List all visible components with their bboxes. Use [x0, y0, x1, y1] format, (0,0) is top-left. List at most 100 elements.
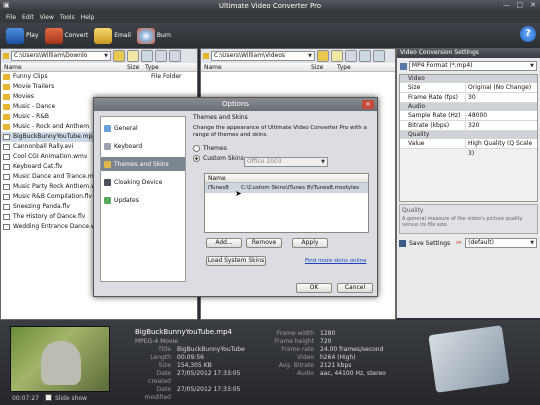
cancel-button[interactable]: Cancel — [337, 283, 373, 293]
info-right: Frame width 1280 Frame height 720 Frame rate… — [270, 330, 400, 378]
maximize-icon[interactable]: □ — [516, 1, 523, 10]
col-name[interactable]: Name — [201, 63, 311, 71]
setting-row[interactable]: Frame Rate (fps) 30 — [400, 93, 537, 103]
apply-skin-button[interactable]: Apply — [292, 238, 328, 248]
email-button[interactable]: Email — [94, 27, 131, 44]
folder-up-icon[interactable] — [113, 50, 125, 62]
col-size[interactable]: Size — [311, 63, 337, 71]
chevron-down-icon: ▼ — [530, 240, 535, 246]
themes-combo[interactable]: Office 2003 ▼ — [244, 157, 328, 167]
info-key: Audio — [296, 370, 314, 377]
info-value: 27/05/2012 17:33:05 — [177, 386, 241, 393]
left-path-combo[interactable]: C:\Users\William\Downlo ▼ — [11, 51, 111, 61]
nav-general[interactable]: General — [101, 121, 185, 135]
delete-preset-icon[interactable]: ✂ — [456, 239, 462, 247]
nav-cloaking-device[interactable]: Cloaking Device — [101, 175, 185, 189]
info-left: Title BigBuckBunnyYouTube Length 00:09:56 Si… — [135, 346, 265, 402]
skins-list-header[interactable]: Name — [205, 174, 368, 183]
folder-icon — [3, 84, 10, 90]
email-icon — [94, 27, 113, 44]
add-skin-button[interactable]: Add... — [206, 238, 242, 248]
play-icon — [6, 27, 24, 44]
chevron-down-icon: ▼ — [104, 53, 108, 59]
file-name: Funny Clips — [13, 73, 48, 80]
setting-row[interactable]: Size Original (No Change) — [400, 83, 537, 93]
preset-combo[interactable]: (default) ▼ — [465, 238, 538, 248]
info-key: Frame rate — [281, 346, 314, 353]
folder-icon — [3, 53, 9, 59]
new-folder-icon[interactable] — [331, 50, 343, 62]
custom-skins-radio[interactable] — [193, 155, 200, 162]
view-details-icon[interactable] — [345, 50, 357, 62]
close-icon[interactable]: ✕ — [362, 100, 374, 109]
keyboard-icon — [104, 142, 111, 150]
nav-updates[interactable]: Updates — [101, 193, 185, 207]
info-row: Size 154,305 KB — [135, 362, 265, 370]
ok-button[interactable]: OK — [296, 283, 332, 293]
col-type[interactable]: Type — [145, 63, 159, 71]
folder-up-icon[interactable] — [317, 50, 329, 62]
mouse-cursor-icon: ➤ — [235, 189, 242, 198]
save-icon — [399, 239, 406, 247]
info-key: Date created — [148, 370, 171, 385]
find-more-skins-link[interactable]: Find more skins online — [305, 258, 366, 264]
play-button[interactable]: Play — [6, 27, 39, 44]
info-value: BigBuckBunnyYouTube — [177, 346, 245, 353]
themes-radio[interactable] — [193, 145, 200, 152]
chevron-down-icon: ▼ — [530, 63, 534, 69]
file-row[interactable]: Movie Trailers — [1, 82, 197, 92]
refresh-icon[interactable] — [373, 50, 385, 62]
format-combo[interactable]: MP4 Format (*.mp4) ▼ — [408, 61, 537, 71]
right-column-header: Name Size Type — [201, 63, 395, 72]
group-video: Video — [400, 75, 537, 83]
info-value: 27/05/2012 17:33:05 — [177, 370, 241, 377]
setting-row[interactable]: Bitrate (kbps) 320 — [400, 121, 537, 131]
toolbar: Play Convert Email Burn — [0, 23, 540, 48]
remove-skin-button[interactable]: Remove — [246, 238, 282, 248]
nav-keyboard[interactable]: Keyboard — [101, 139, 185, 153]
video-file-icon — [3, 134, 10, 140]
new-folder-icon[interactable] — [127, 50, 139, 62]
folder-icon — [203, 53, 209, 59]
view-thumbnails-icon[interactable] — [155, 50, 167, 62]
burn-button[interactable]: Burn — [136, 27, 171, 44]
slideshow-checkbox[interactable] — [45, 394, 52, 401]
minimize-icon[interactable]: — — [503, 1, 510, 10]
skin-row[interactable]: iTunes8 C:\Custom Skins\iTunes 8\iTunes8… — [205, 183, 368, 193]
options-dialog: Options ✕ General Keyboard Themes and Sk… — [93, 97, 378, 297]
close-icon[interactable]: ✕ — [530, 1, 536, 10]
load-system-skins-button[interactable]: Load System Skins — [206, 256, 266, 266]
info-key: Frame width — [276, 330, 314, 337]
folder-icon — [3, 114, 10, 120]
col-type[interactable]: Type — [337, 63, 351, 71]
convert-button[interactable]: Convert — [44, 27, 88, 44]
setting-description: Quality A general measure of the video's… — [399, 204, 538, 234]
menu-help[interactable]: Help — [81, 14, 95, 21]
file-row[interactable]: Funny Clips File Folder — [1, 72, 197, 82]
help-icon[interactable]: ? — [520, 26, 536, 42]
info-value: 720 — [320, 338, 332, 345]
menu-edit[interactable]: Edit — [22, 14, 34, 21]
nav-themes-and-skins[interactable]: Themes and Skins — [101, 157, 185, 171]
dialog-title: Options — [221, 100, 249, 108]
col-size[interactable]: Size — [127, 63, 145, 71]
setting-row[interactable]: Sample Rate (Hz) 48000 — [400, 111, 537, 121]
menu-file[interactable]: File — [6, 14, 16, 21]
refresh-icon[interactable] — [169, 50, 181, 62]
menu-view[interactable]: View — [40, 14, 54, 21]
info-key: Title — [158, 346, 171, 353]
save-settings-button[interactable]: Save Settings — [409, 240, 450, 247]
video-file-icon — [3, 184, 10, 190]
view-thumbnails-icon[interactable] — [359, 50, 371, 62]
chevron-down-icon: ▼ — [321, 159, 325, 165]
view-details-icon[interactable] — [141, 50, 153, 62]
menu-tools[interactable]: Tools — [60, 14, 75, 21]
right-path-combo[interactable]: C:\Users\William\Videos ▼ — [211, 51, 315, 61]
info-row: Avg. Bitrate 2121 kbps — [270, 362, 400, 370]
video-preview[interactable] — [10, 326, 110, 392]
col-name[interactable]: Name — [1, 63, 127, 71]
setting-row[interactable]: Value High Quality (Q Scale 3) — [400, 139, 537, 157]
section-title: Themes and Skins — [193, 114, 248, 121]
bunny-figure — [41, 341, 81, 385]
video-file-icon — [3, 204, 10, 210]
